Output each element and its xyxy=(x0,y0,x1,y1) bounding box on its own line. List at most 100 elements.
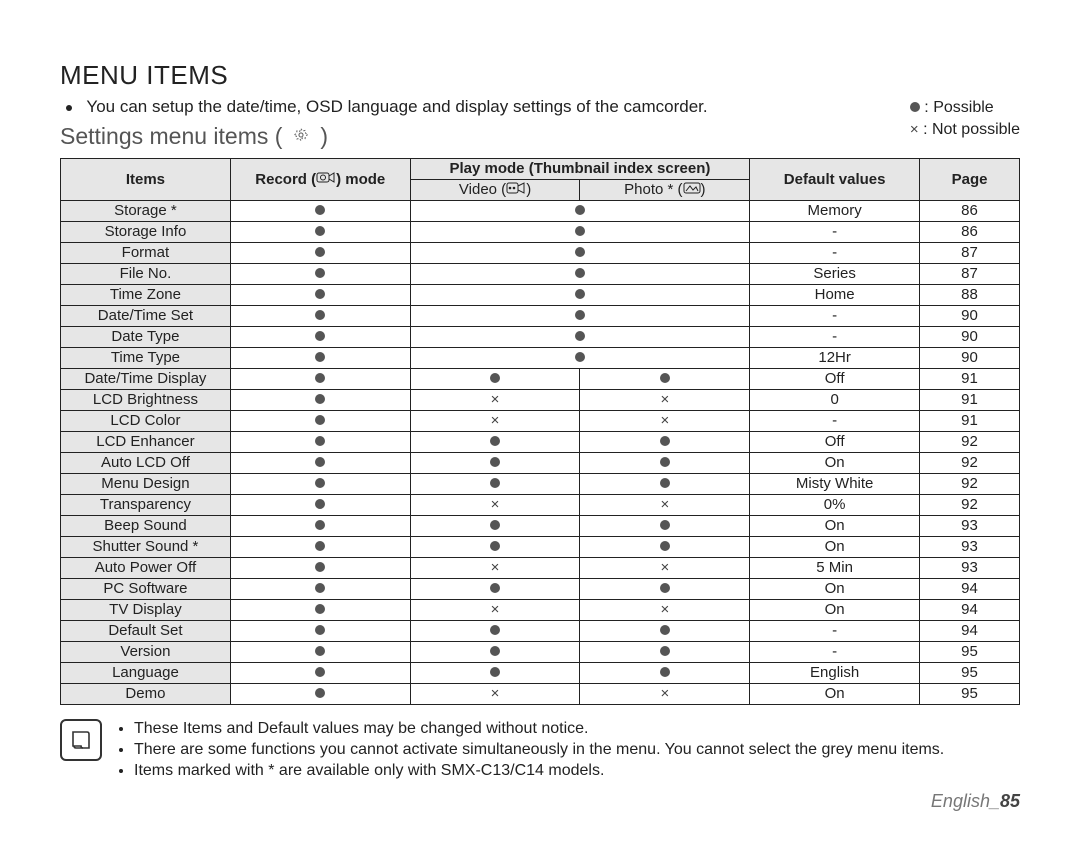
cell-photo xyxy=(580,474,750,495)
cell-photo: × xyxy=(580,600,750,621)
cell-default: 0 xyxy=(750,390,920,411)
photo-mode-icon xyxy=(683,181,701,198)
cell-video xyxy=(410,369,580,390)
cell-video: × xyxy=(410,684,580,705)
cell-record xyxy=(230,621,410,642)
cell-play xyxy=(410,243,750,264)
cell-default: On xyxy=(750,516,920,537)
cell-default: Misty White xyxy=(750,474,920,495)
notpossible-x-icon: × xyxy=(660,605,669,615)
table-row: LanguageEnglish95 xyxy=(61,663,1020,684)
cell-page: 93 xyxy=(920,537,1020,558)
cell-video xyxy=(410,621,580,642)
cell-page: 95 xyxy=(920,663,1020,684)
table-row: Version-95 xyxy=(61,642,1020,663)
table-row: Date Type-90 xyxy=(61,327,1020,348)
possible-dot-icon xyxy=(660,583,670,593)
page-footer: English_85 xyxy=(60,791,1020,812)
cell-play xyxy=(410,327,750,348)
cell-play xyxy=(410,222,750,243)
notpossible-x-icon: × xyxy=(491,416,500,426)
legend: : Possible × : Not possible xyxy=(880,97,1020,142)
cell-record xyxy=(230,264,410,285)
cell-default: Off xyxy=(750,432,920,453)
table-row: File No.Series87 xyxy=(61,264,1020,285)
th-record-suffix: ) mode xyxy=(336,171,385,188)
possible-dot-icon xyxy=(490,583,500,593)
possible-dot-icon xyxy=(660,667,670,677)
cell-item: Format xyxy=(61,243,231,264)
cell-page: 91 xyxy=(920,369,1020,390)
cell-default: - xyxy=(750,243,920,264)
cell-page: 86 xyxy=(920,201,1020,222)
possible-dot-icon xyxy=(315,499,325,509)
cell-play xyxy=(410,285,750,306)
table-row: Menu DesignMisty White92 xyxy=(61,474,1020,495)
cell-record xyxy=(230,495,410,516)
footnotes-block: These Items and Default values may be ch… xyxy=(60,719,1020,781)
cell-default: Off xyxy=(750,369,920,390)
cell-page: 90 xyxy=(920,348,1020,369)
cell-default: On xyxy=(750,600,920,621)
table-row: Format -87 xyxy=(61,243,1020,264)
cell-page: 90 xyxy=(920,327,1020,348)
cell-item: Date/Time Set xyxy=(61,306,231,327)
th-default: Default values xyxy=(750,159,920,201)
cell-item: TV Display xyxy=(61,600,231,621)
cell-photo xyxy=(580,516,750,537)
cell-page: 87 xyxy=(920,243,1020,264)
cell-item: PC Software xyxy=(61,579,231,600)
cell-page: 94 xyxy=(920,600,1020,621)
video-mode-icon xyxy=(506,181,526,198)
possible-dot-icon xyxy=(315,583,325,593)
cell-default: On xyxy=(750,579,920,600)
possible-dot-icon xyxy=(315,289,325,299)
footnote-item: There are some functions you cannot acti… xyxy=(134,740,944,761)
notpossible-x-icon: × xyxy=(660,500,669,510)
subtitle: Settings menu items ( ) xyxy=(60,123,880,150)
cell-default: - xyxy=(750,327,920,348)
possible-dot-icon xyxy=(315,646,325,656)
possible-dot-icon xyxy=(660,457,670,467)
legend-possible: : Possible xyxy=(910,97,1020,119)
cell-page: 92 xyxy=(920,453,1020,474)
possible-dot-icon xyxy=(315,415,325,425)
cell-play xyxy=(410,348,750,369)
possible-dot-icon xyxy=(490,667,500,677)
cell-default: - xyxy=(750,642,920,663)
possible-dot-icon xyxy=(315,604,325,614)
table-body: Storage *Memory86Storage Info-86Format-8… xyxy=(61,201,1020,705)
cell-page: 94 xyxy=(920,579,1020,600)
cell-page: 93 xyxy=(920,558,1020,579)
cell-record xyxy=(230,369,410,390)
cell-video xyxy=(410,579,580,600)
cell-default: On xyxy=(750,684,920,705)
cell-photo xyxy=(580,663,750,684)
cell-default: Memory xyxy=(750,201,920,222)
footnote-item: These Items and Default values may be ch… xyxy=(134,719,944,740)
cell-record xyxy=(230,642,410,663)
cell-photo: × xyxy=(580,684,750,705)
th-items: Items xyxy=(61,159,231,201)
possible-dot-icon xyxy=(575,247,585,257)
possible-dot-icon xyxy=(575,352,585,362)
cell-record xyxy=(230,348,410,369)
cell-item: Auto Power Off xyxy=(61,558,231,579)
possible-dot-icon xyxy=(315,331,325,341)
th-video: Video () xyxy=(410,180,580,201)
possible-dot-icon xyxy=(315,268,325,278)
bullet-icon xyxy=(66,105,72,111)
cell-photo: × xyxy=(580,390,750,411)
possible-dot-icon xyxy=(490,646,500,656)
table-row: Time Type12Hr90 xyxy=(61,348,1020,369)
notpossible-x-icon: × xyxy=(660,689,669,699)
cell-record xyxy=(230,663,410,684)
intro-row: You can setup the date/time, OSD languag… xyxy=(60,95,1020,158)
th-video-suffix: ) xyxy=(526,181,531,198)
notpossible-x-icon: × xyxy=(910,125,919,135)
notpossible-x-icon: × xyxy=(491,563,500,573)
possible-dot-icon xyxy=(315,625,325,635)
settings-menu-table: Items Record () mode Play mode (Thumbnai… xyxy=(60,158,1020,705)
th-photo: Photo * () xyxy=(580,180,750,201)
cell-photo xyxy=(580,432,750,453)
